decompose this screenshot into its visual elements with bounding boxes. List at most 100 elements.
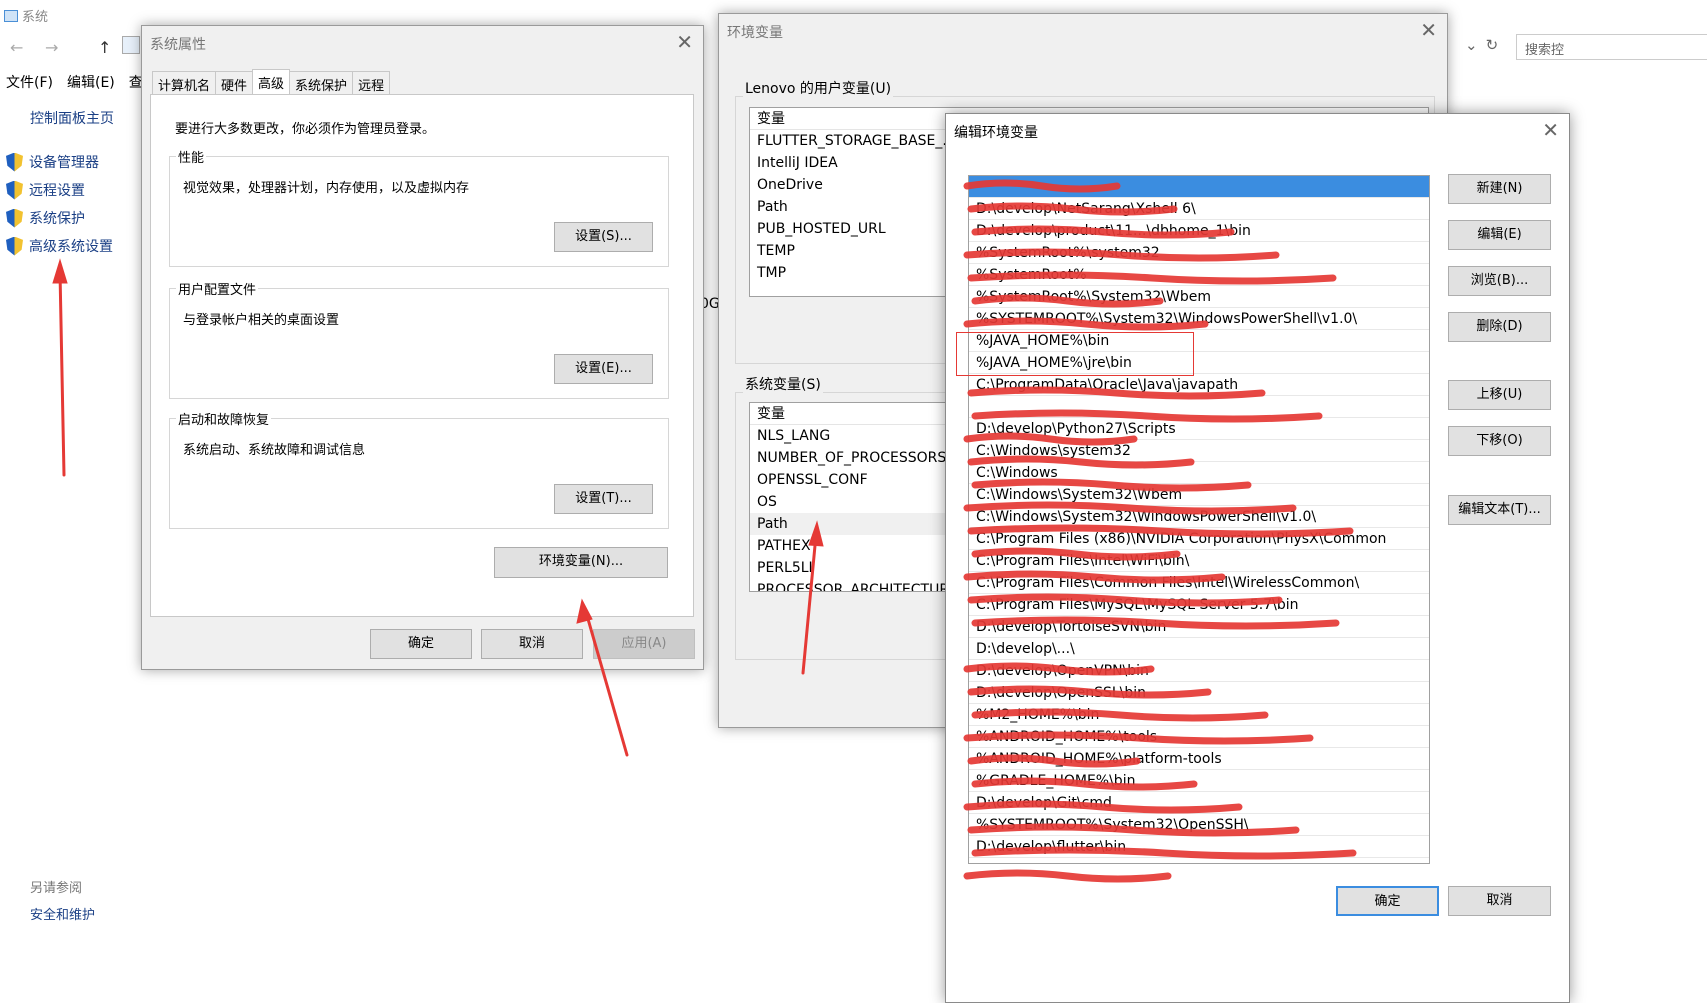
search-input[interactable]: 搜索控 [1516, 34, 1707, 60]
java-home-highlight-box [956, 332, 1194, 376]
shield-icon [6, 153, 23, 172]
address-controls: ⌄ ↻ [1465, 36, 1498, 54]
user-variables-label: Lenovo 的用户变量(U) [743, 78, 894, 98]
path-entry[interactable]: D:\develop\NetSarang\Xshell 6\ [969, 198, 1429, 220]
computer-icon [4, 9, 18, 22]
path-entry-selected[interactable] [969, 176, 1429, 198]
path-entry[interactable]: D:\develop\Python27\Scripts [969, 418, 1429, 440]
link-label: 远程设置 [29, 183, 85, 199]
menu-file[interactable]: 文件(F) [6, 72, 53, 92]
path-entry[interactable] [969, 396, 1429, 418]
side-links: 设备管理器 远程设置 系统保护 高级系统设置 [6, 148, 113, 260]
path-entry[interactable]: %SYSTEMROOT%\System32\OpenSSH\ [969, 814, 1429, 836]
move-up-button[interactable]: 上移(U) [1448, 380, 1551, 410]
path-entry[interactable]: C:\Windows\System32\Wbem [969, 484, 1429, 506]
path-entry[interactable]: %SYSTEMROOT%\System32\WindowsPowerShell\… [969, 308, 1429, 330]
group-label: 性能 [176, 147, 207, 166]
advanced-tab-panel: 要进行大多数更改，你必须作为管理员登录。 性能 视觉效果，处理器计划，内存使用，… [150, 94, 694, 617]
new-button[interactable]: 新建(N) [1448, 174, 1551, 204]
device-manager-link[interactable]: 设备管理器 [6, 148, 113, 176]
chevron-down-icon[interactable]: ⌄ [1465, 36, 1478, 54]
link-label: 高级系统设置 [29, 239, 113, 255]
path-entry[interactable]: %GRADLE_HOME%\bin [969, 770, 1429, 792]
browse-button[interactable]: 浏览(B)... [1448, 266, 1551, 296]
startup-recovery-group: 启动和故障恢复 系统启动、系统故障和调试信息 设置(T)... [169, 409, 669, 529]
path-entry[interactable]: %SystemRoot%\system32 [969, 242, 1429, 264]
path-entry[interactable]: C:\Windows\System32\WindowsPowerShell\v1… [969, 506, 1429, 528]
menu-edit[interactable]: 编辑(E) [67, 72, 115, 92]
window-title: 系统 [4, 6, 48, 25]
security-maintenance-link[interactable]: 安全和维护 [30, 904, 95, 923]
path-entry[interactable]: C:\Program Files\Intel\WiFi\bin\ [969, 550, 1429, 572]
group-label: 用户配置文件 [176, 279, 259, 298]
edit-environment-variable-dialog: 编辑环境变量 ✕ D:\develop\NetSarang\Xshell 6\ D… [945, 113, 1570, 1003]
edit-text-button[interactable]: 编辑文本(T)... [1448, 495, 1551, 525]
path-entry[interactable]: C:\ProgramData\Oracle\Java\javapath [969, 374, 1429, 396]
cancel-button[interactable]: 取消 [1448, 886, 1551, 916]
path-entry[interactable]: C:\Program Files (x86)\NVIDIA Corporatio… [969, 528, 1429, 550]
performance-settings-button[interactable]: 设置(S)... [554, 222, 653, 252]
refresh-icon[interactable]: ↻ [1486, 36, 1499, 54]
path-entry[interactable]: C:\Program Files\MySQL\MySQL Server 5.7\… [969, 594, 1429, 616]
apply-button: 应用(A) [593, 629, 695, 659]
path-entry[interactable]: D:\develop\OpenSSL\bin [969, 682, 1429, 704]
performance-group: 性能 视觉效果，处理器计划，内存使用，以及虚拟内存 设置(S)... [169, 147, 669, 267]
ok-button[interactable]: 确定 [370, 629, 472, 659]
environment-variables-button[interactable]: 环境变量(N)... [494, 547, 668, 578]
menu-bar: 文件(F) 编辑(E) 查看 [6, 72, 157, 92]
path-entries-list[interactable]: D:\develop\NetSarang\Xshell 6\ D:\develop… [968, 175, 1430, 864]
shield-icon [6, 209, 23, 228]
user-profiles-group: 用户配置文件 与登录帐户相关的桌面设置 设置(E)... [169, 279, 669, 399]
ok-button[interactable]: 确定 [1336, 886, 1439, 916]
annotation-arrowhead [52, 258, 68, 284]
delete-button[interactable]: 删除(D) [1448, 312, 1551, 342]
group-description: 系统启动、系统故障和调试信息 [183, 443, 366, 458]
group-description: 与登录帐户相关的桌面设置 [183, 313, 340, 328]
path-entry[interactable]: D:\develop\OpenVPN\bin [969, 660, 1429, 682]
path-entry[interactable]: %SystemRoot% [969, 264, 1429, 286]
link-label: 系统保护 [29, 211, 85, 227]
path-entry[interactable]: C:\Windows\system32 [969, 440, 1429, 462]
shield-icon [6, 181, 23, 200]
location-icon [122, 36, 140, 54]
link-label: 设备管理器 [29, 155, 99, 171]
system-variables-label: 系统变量(S) [743, 374, 823, 394]
dialog-title: 环境变量 [727, 25, 783, 41]
edit-button[interactable]: 编辑(E) [1448, 220, 1551, 250]
dialog-title: 系统属性 [150, 37, 206, 53]
admin-note: 要进行大多数更改，你必须作为管理员登录。 [175, 122, 436, 137]
user-profiles-settings-button[interactable]: 设置(E)... [554, 354, 653, 384]
close-icon[interactable]: ✕ [1542, 118, 1559, 142]
path-entry[interactable]: D:\develop\product\11...\dbhome_1\bin [969, 220, 1429, 242]
path-entry[interactable]: %ANDROID_HOME%\tools [969, 726, 1429, 748]
forward-arrow-icon[interactable]: → [45, 38, 58, 57]
path-entry[interactable]: %ANDROID_HOME%\platform-tools [969, 748, 1429, 770]
remote-settings-link[interactable]: 远程设置 [6, 176, 113, 204]
startup-recovery-settings-button[interactable]: 设置(T)... [554, 484, 653, 514]
group-description: 视觉效果，处理器计划，内存使用，以及虚拟内存 [183, 181, 470, 196]
path-entry[interactable]: D:\develop\...\ [969, 638, 1429, 660]
path-entry[interactable]: %M2_HOME%\bin [969, 704, 1429, 726]
system-properties-dialog: 系统属性 ✕ 计算机名 硬件 高级 系统保护 远程 要进行大多数更改，你必须作为… [141, 25, 704, 670]
shield-icon [6, 237, 23, 256]
advanced-system-settings-link[interactable]: 高级系统设置 [6, 232, 113, 260]
back-arrow-icon[interactable]: ← [10, 38, 23, 57]
cancel-button[interactable]: 取消 [481, 629, 583, 659]
close-icon[interactable]: ✕ [676, 30, 693, 54]
path-entry[interactable]: D:\develop\TortoiseSVN\bin [969, 616, 1429, 638]
control-panel-home-link[interactable]: 控制面板主页 [30, 108, 114, 128]
system-protection-link[interactable]: 系统保护 [6, 204, 113, 232]
group-label: 启动和故障恢复 [176, 409, 272, 428]
annotation-arrow [58, 270, 66, 477]
close-icon[interactable]: ✕ [1420, 18, 1437, 42]
path-entry[interactable]: %SystemRoot%\System32\Wbem [969, 286, 1429, 308]
window-title-text: 系统 [22, 10, 49, 25]
path-entry[interactable]: D:\develop\Git\cmd [969, 792, 1429, 814]
see-also-heading: 另请参阅 [30, 881, 83, 896]
path-entry[interactable]: D:\develop\flutter\bin [969, 836, 1429, 858]
path-entry[interactable]: C:\Program Files\Common Files\Intel\Wire… [969, 572, 1429, 594]
dialog-title: 编辑环境变量 [954, 125, 1038, 141]
up-arrow-icon[interactable]: ↑ [98, 38, 111, 57]
path-entry[interactable]: C:\Windows [969, 462, 1429, 484]
move-down-button[interactable]: 下移(O) [1448, 426, 1551, 456]
